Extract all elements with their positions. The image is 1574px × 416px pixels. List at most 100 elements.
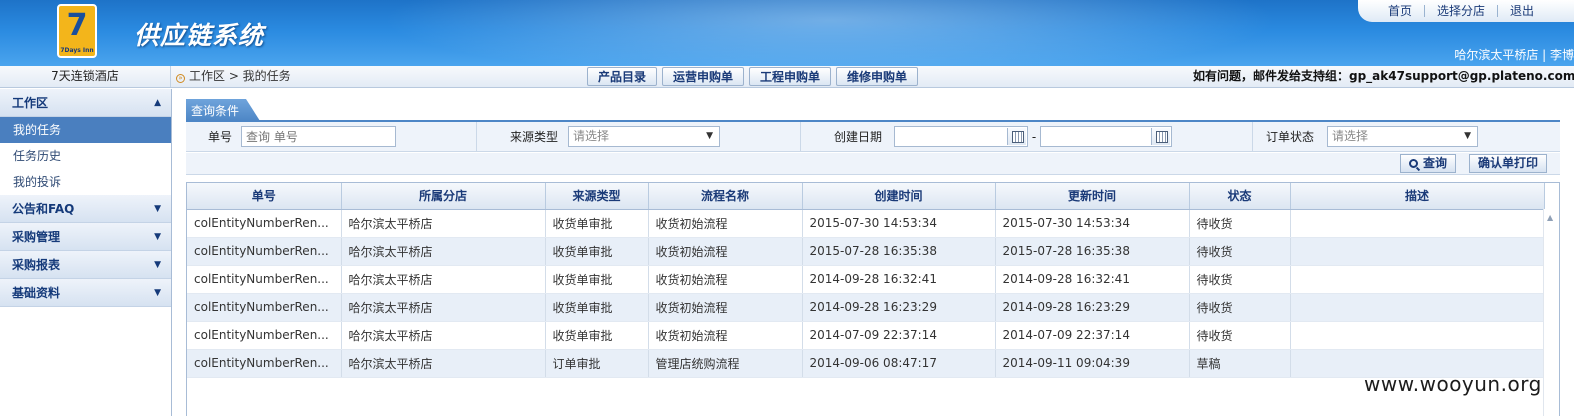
cell-description <box>1290 321 1545 350</box>
column-header[interactable]: 流程名称 <box>648 183 803 210</box>
cell-source-type: 收货单审批 <box>545 265 649 294</box>
column-header[interactable]: 状态 <box>1189 183 1291 210</box>
expand-down-icon: ▼ <box>154 288 161 298</box>
cell-updated-time: 2015-07-28 16:35:38 <box>995 237 1190 266</box>
column-header[interactable]: 描述 <box>1290 183 1545 210</box>
cell-created-time: 2015-07-30 14:53:34 <box>802 209 996 238</box>
scroll-up-icon[interactable]: ▲ <box>1547 213 1553 222</box>
sidebar-section-label: 公告和FAQ <box>12 202 75 216</box>
cell-updated-time: 2014-09-28 16:32:41 <box>995 265 1190 294</box>
logo-number: 7 <box>66 8 88 43</box>
order-no-label: 单号 <box>207 130 232 144</box>
created-date-from-input[interactable] <box>894 126 1028 147</box>
cell-source-type: 订单审批 <box>545 349 649 378</box>
source-type-label: 来源类型 <box>509 130 558 144</box>
sidebar-section-procurement[interactable]: 采购管理 ▼ <box>0 223 171 251</box>
sidebar-section-master-data[interactable]: 基础资料 ▼ <box>0 279 171 307</box>
app-header: 7 7Days Inn 供应链系统 首页 选择分店 退出 哈尔滨太平桥店 | 李… <box>0 0 1574 66</box>
header-glow <box>380 0 1280 66</box>
table-row[interactable]: colEntityNumberRen... 哈尔滨太平桥店 收货单审批 收货初始… <box>187 293 1545 322</box>
cell-order-no: colEntityNumberRen... <box>187 209 342 238</box>
nav-logout-link[interactable]: 退出 <box>1498 5 1546 17</box>
search-button-label: 查询 <box>1423 156 1448 170</box>
created-date-to-input[interactable] <box>1040 126 1172 147</box>
chevron-down-icon: ▼ <box>706 131 713 141</box>
cell-branch: 哈尔滨太平桥店 <box>341 237 546 266</box>
query-panel: 查询条件 单号 来源类型 请选择 ▼ 创建日期 - 订单状态 请选择 ▼ 查询 … <box>186 99 1560 175</box>
cell-created-time: 2014-09-06 08:47:17 <box>802 349 996 378</box>
cell-process-name: 收货初始流程 <box>648 265 803 294</box>
cell-created-time: 2014-07-09 22:37:14 <box>802 321 996 350</box>
date-range-separator: - <box>1031 130 1037 144</box>
cell-process-name: 收货初始流程 <box>648 293 803 322</box>
print-confirmation-button[interactable]: 确认单打印 <box>1469 154 1548 173</box>
cell-description <box>1290 209 1545 238</box>
sidebar-section-label: 基础资料 <box>12 286 61 300</box>
cell-created-time: 2014-09-28 16:23:29 <box>802 293 996 322</box>
cell-source-type: 收货单审批 <box>545 237 649 266</box>
expand-down-icon: ▼ <box>154 204 161 214</box>
order-no-input[interactable] <box>241 126 396 147</box>
expand-down-icon: ▼ <box>154 232 161 242</box>
cell-source-type: 收货单审批 <box>545 321 649 350</box>
nav-select-branch-link[interactable]: 选择分店 <box>1425 5 1499 17</box>
created-date-label: 创建日期 <box>833 130 882 144</box>
engineering-requisition-button[interactable]: 工程申购单 <box>749 67 832 86</box>
column-header[interactable]: 创建时间 <box>802 183 996 210</box>
cell-branch: 哈尔滨太平桥店 <box>341 265 546 294</box>
sidebar-item-task-history[interactable]: 任务历史 <box>0 143 171 169</box>
cell-status: 待收货 <box>1189 293 1291 322</box>
current-user: 哈尔滨太平桥店 | 李博 <box>1454 48 1574 62</box>
table-row[interactable]: colEntityNumberRen... 哈尔滨太平桥店 收货单审批 收货初始… <box>187 237 1545 266</box>
query-tab[interactable]: 查询条件 <box>186 99 260 121</box>
column-header[interactable]: 更新时间 <box>995 183 1190 210</box>
product-catalog-button[interactable]: 产品目录 <box>587 67 658 86</box>
order-status-select[interactable]: 请选择 ▼ <box>1327 126 1478 147</box>
cell-process-name: 收货初始流程 <box>648 321 803 350</box>
table-row[interactable]: colEntityNumberRen... 哈尔滨太平桥店 订单审批 管理店统购… <box>187 349 1545 378</box>
hotel-name: 7天连锁酒店 <box>0 66 171 87</box>
source-type-select[interactable]: 请选择 ▼ <box>568 126 720 147</box>
calendar-icon[interactable] <box>1007 128 1026 145</box>
breadcrumb-bar: 7天连锁酒店 » 工作区 > 我的任务 产品目录 运营申购单 工程申购单 维修申购… <box>0 66 1574 88</box>
sidebar-section-workspace[interactable]: 工作区 ▲ <box>0 89 171 117</box>
table-row[interactable]: colEntityNumberRen... 哈尔滨太平桥店 收货单审批 收货初始… <box>187 265 1545 294</box>
table-row[interactable]: colEntityNumberRen... 哈尔滨太平桥店 收货单审批 收货初始… <box>187 209 1545 238</box>
cell-order-no: colEntityNumberRen... <box>187 349 342 378</box>
column-header[interactable]: 所属分店 <box>341 183 546 210</box>
table-row[interactable]: colEntityNumberRen... 哈尔滨太平桥店 收货单审批 收货初始… <box>187 321 1545 350</box>
cell-description <box>1290 265 1545 294</box>
sidebar-item-my-tasks[interactable]: 我的任务 <box>0 117 171 143</box>
cell-updated-time: 2014-07-09 22:37:14 <box>995 321 1190 350</box>
sidebar-section-reports[interactable]: 采购报表 ▼ <box>0 251 171 279</box>
operations-requisition-button[interactable]: 运营申购单 <box>662 67 745 86</box>
breadcrumb-arrow-icon: » <box>176 74 185 83</box>
sidebar-item-my-complaints[interactable]: 我的投诉 <box>0 169 171 195</box>
cell-description <box>1290 237 1545 266</box>
cell-branch: 哈尔滨太平桥店 <box>341 321 546 350</box>
vertical-scrollbar[interactable]: ▲ <box>1543 209 1559 416</box>
quick-actions: 产品目录 运营申购单 工程申购单 维修申购单 <box>587 67 919 86</box>
column-header[interactable]: 来源类型 <box>545 183 649 210</box>
cell-description <box>1290 293 1545 322</box>
chevron-down-icon: ▼ <box>1464 131 1471 141</box>
maintenance-requisition-button[interactable]: 维修申购单 <box>836 67 919 86</box>
sidebar-section-announcements[interactable]: 公告和FAQ ▼ <box>0 195 171 223</box>
breadcrumb: » 工作区 > 我的任务 <box>176 66 291 87</box>
divider <box>1252 122 1253 152</box>
cell-updated-time: 2014-09-11 09:04:39 <box>995 349 1190 378</box>
sidebar-section-label: 采购管理 <box>12 230 61 244</box>
cell-created-time: 2015-07-28 16:35:38 <box>802 237 996 266</box>
breadcrumb-text: 工作区 > 我的任务 <box>189 69 291 83</box>
cell-branch: 哈尔滨太平桥店 <box>341 209 546 238</box>
divider <box>476 122 477 152</box>
source-type-value: 请选择 <box>573 129 610 143</box>
task-table: 单号 所属分店 来源类型 流程名称 创建时间 更新时间 状态 描述 colEnt… <box>187 183 1545 378</box>
support-notice: 如有问题，邮件发给支持组：gp_ak47support@gp.plateno.c… <box>1193 69 1574 83</box>
column-header[interactable]: 单号 <box>187 183 342 210</box>
cell-status: 待收货 <box>1189 321 1291 350</box>
search-button[interactable]: 查询 <box>1400 154 1457 173</box>
nav-home-link[interactable]: 首页 <box>1376 5 1426 17</box>
calendar-icon[interactable] <box>1151 128 1170 145</box>
cell-order-no: colEntityNumberRen... <box>187 293 342 322</box>
